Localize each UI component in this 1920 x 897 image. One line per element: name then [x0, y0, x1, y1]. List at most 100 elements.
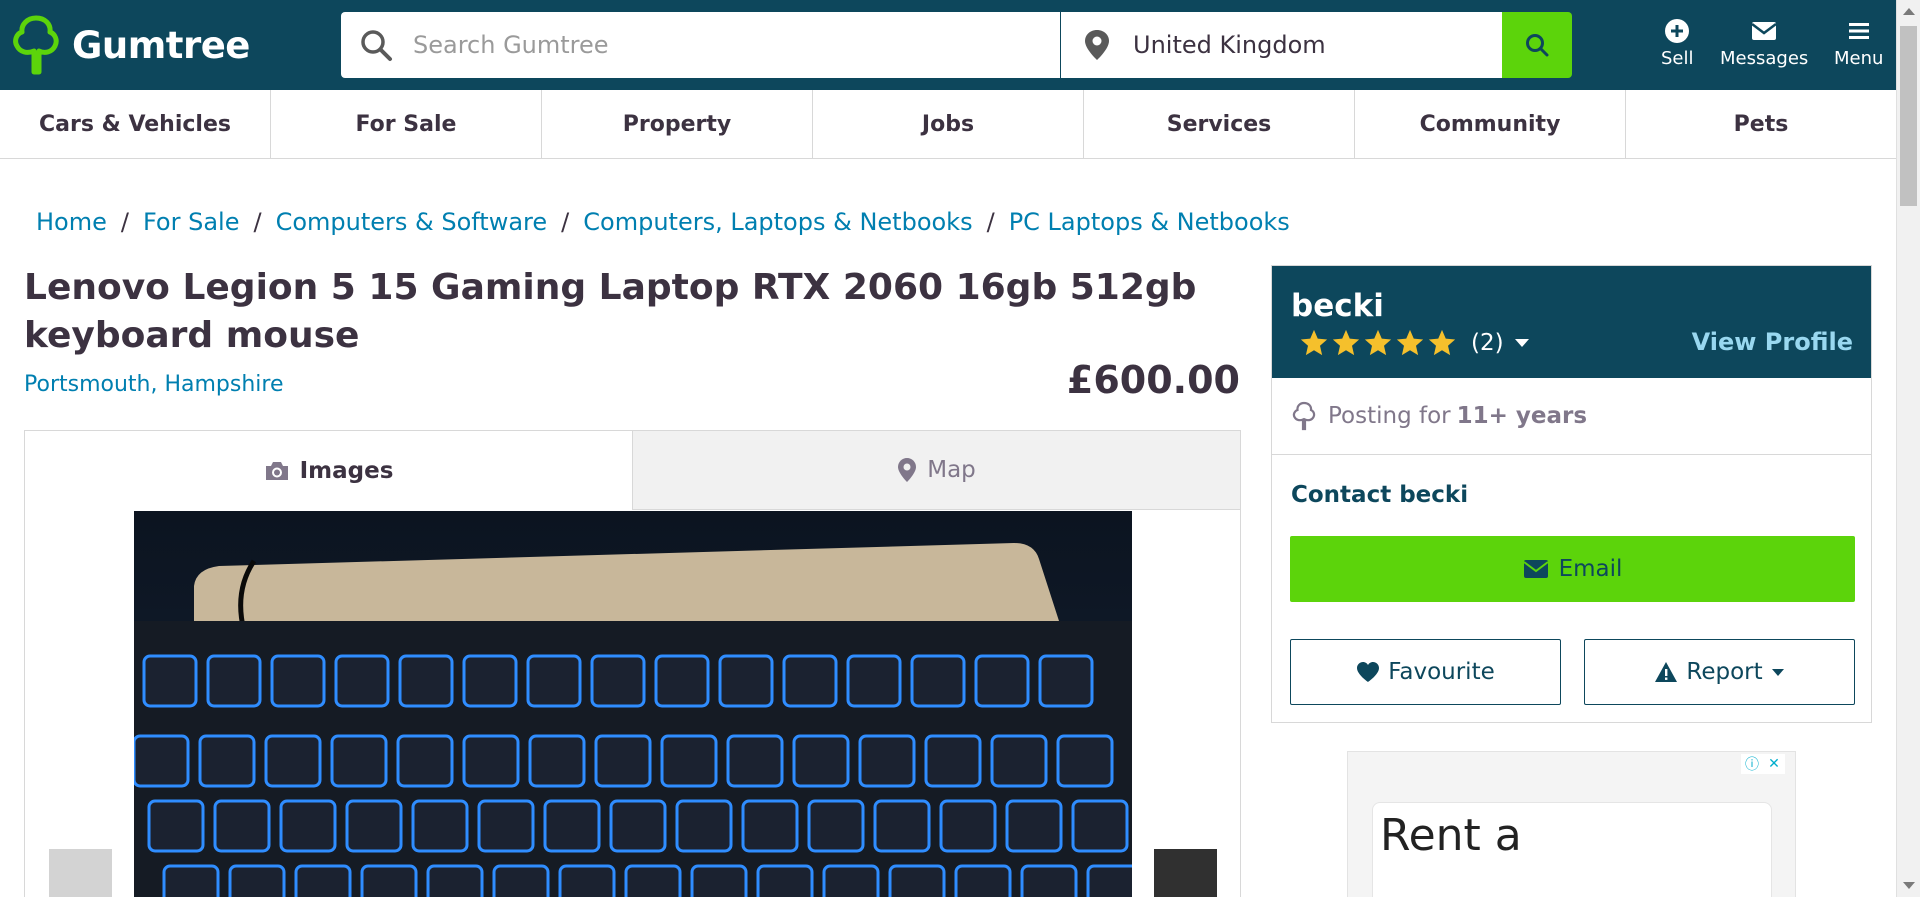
tab-map[interactable]: Map: [632, 431, 1240, 510]
review-count: (2): [1471, 330, 1504, 356]
keyboard-key: [939, 799, 997, 853]
breadcrumb-pc-laptops-netbooks[interactable]: PC Laptops & Netbooks: [1009, 208, 1290, 236]
email-button[interactable]: Email: [1290, 536, 1855, 602]
keyboard-key: [718, 654, 774, 708]
gallery-next-button[interactable]: [1154, 849, 1217, 897]
scrollbar-thumb[interactable]: [1900, 26, 1917, 206]
plus-circle-icon: [1665, 19, 1690, 43]
category-jobs[interactable]: Jobs: [813, 90, 1084, 158]
keyboard-photo-image: [134, 511, 1132, 897]
search-icon: [1526, 34, 1549, 57]
keyboard-key: [142, 654, 198, 708]
map-pin-icon: [898, 458, 917, 482]
heart-icon: [1357, 662, 1380, 682]
gallery: Images Map: [24, 430, 1241, 897]
search-icon: [361, 30, 392, 61]
keyboard-key: [526, 654, 582, 708]
seller-rating[interactable]: (2): [1299, 328, 1530, 358]
keyboard-key: [462, 654, 518, 708]
keyboard-key: [624, 864, 682, 897]
gumtree-logo[interactable]: Gumtree: [12, 14, 250, 76]
keyboard-key: [294, 864, 352, 897]
breadcrumb-home[interactable]: Home: [36, 208, 107, 236]
keyboard-key: [492, 864, 550, 897]
tab-map-label: Map: [927, 457, 976, 483]
gumtree-tree-icon: [13, 15, 59, 75]
keyboard-key: [1038, 654, 1094, 708]
keyboard-key: [873, 799, 931, 853]
contact-heading: Contact becki: [1291, 482, 1469, 508]
keyboard-key: [345, 799, 403, 853]
keyboard-key: [264, 734, 322, 788]
location-value: United Kingdom: [1133, 31, 1326, 59]
category-community[interactable]: Community: [1355, 90, 1626, 158]
ad-badges: ⓘ ✕: [1741, 754, 1785, 774]
keyboard-key: [411, 799, 469, 853]
ad-headline: Rent a: [1380, 810, 1522, 861]
sell-button[interactable]: Sell: [1661, 18, 1694, 69]
scroll-up-arrow-icon[interactable]: [1903, 8, 1915, 15]
menu-label: Menu: [1834, 48, 1884, 69]
category-services[interactable]: Services: [1084, 90, 1355, 158]
search-input[interactable]: [413, 31, 1013, 59]
breadcrumb-separator: /: [986, 208, 995, 236]
breadcrumb-computers-software[interactable]: Computers & Software: [276, 208, 548, 236]
star-icon: [1364, 329, 1392, 356]
messages-label: Messages: [1720, 48, 1809, 69]
seller-header: becki (2) View Profile: [1272, 266, 1871, 378]
category-nav: Cars & Vehicles For Sale Property Jobs S…: [0, 90, 1896, 159]
category-cars-vehicles[interactable]: Cars & Vehicles: [0, 90, 271, 158]
category-pets[interactable]: Pets: [1626, 90, 1896, 158]
keyboard-key: [974, 654, 1030, 708]
keyboard-key: [690, 864, 748, 897]
search-button[interactable]: [1502, 12, 1572, 78]
email-button-label: Email: [1558, 556, 1623, 582]
advertisement[interactable]: ⓘ ✕ Rent a: [1347, 751, 1796, 897]
hamburger-icon: [1848, 23, 1869, 39]
keyboard-key: [206, 654, 262, 708]
camera-icon: [265, 461, 288, 480]
tab-images[interactable]: Images: [25, 431, 632, 510]
listing-location[interactable]: Portsmouth, Hampshire: [24, 372, 284, 397]
gumtree-tree-icon: [1292, 401, 1316, 431]
category-for-sale[interactable]: For Sale: [271, 90, 542, 158]
report-button[interactable]: Report: [1584, 639, 1855, 705]
keyboard-key: [1020, 864, 1078, 897]
keyboard-key: [609, 799, 667, 853]
keyboard-key: [660, 734, 718, 788]
keyboard-key: [792, 734, 850, 788]
ad-close-icon[interactable]: ✕: [1763, 754, 1785, 774]
keyboard-key: [162, 864, 220, 897]
category-property[interactable]: Property: [542, 90, 813, 158]
chevron-down-icon: [1771, 668, 1784, 676]
gallery-prev-button[interactable]: [49, 849, 112, 897]
star-icon: [1428, 329, 1456, 356]
top-header: Gumtree United Kingdom Sell: [0, 0, 1896, 90]
keyboard-key: [822, 864, 880, 897]
listing-photo[interactable]: [134, 511, 1132, 897]
messages-button[interactable]: Messages: [1720, 18, 1808, 69]
breadcrumb-for-sale[interactable]: For Sale: [143, 208, 240, 236]
search-bar[interactable]: [341, 12, 1060, 78]
keyboard-key: [558, 864, 616, 897]
view-profile-link[interactable]: View Profile: [1692, 328, 1853, 356]
breadcrumb-computers-laptops-netbooks[interactable]: Computers, Laptops & Netbooks: [583, 208, 972, 236]
keyboard-key: [213, 799, 271, 853]
envelope-icon: [1522, 560, 1549, 578]
location-field[interactable]: United Kingdom: [1061, 12, 1502, 78]
keyboard-key: [528, 734, 586, 788]
warning-icon: [1655, 662, 1678, 682]
menu-button[interactable]: Menu: [1834, 18, 1883, 69]
keyboard-key: [147, 799, 205, 853]
star-icon: [1332, 329, 1360, 356]
chevron-down-icon: [1514, 339, 1529, 347]
seller-panel: becki (2) View Profile Posting for 11+ y…: [1271, 265, 1872, 723]
posting-years: 11+ years: [1456, 403, 1588, 429]
star-icon: [1300, 329, 1328, 356]
page-scrollbar[interactable]: [1896, 0, 1920, 897]
scroll-down-arrow-icon[interactable]: [1903, 882, 1915, 889]
ad-info-icon[interactable]: ⓘ: [1741, 754, 1763, 774]
keyboard-key: [1071, 799, 1129, 853]
report-label: Report: [1686, 659, 1763, 685]
favourite-button[interactable]: Favourite: [1290, 639, 1561, 705]
